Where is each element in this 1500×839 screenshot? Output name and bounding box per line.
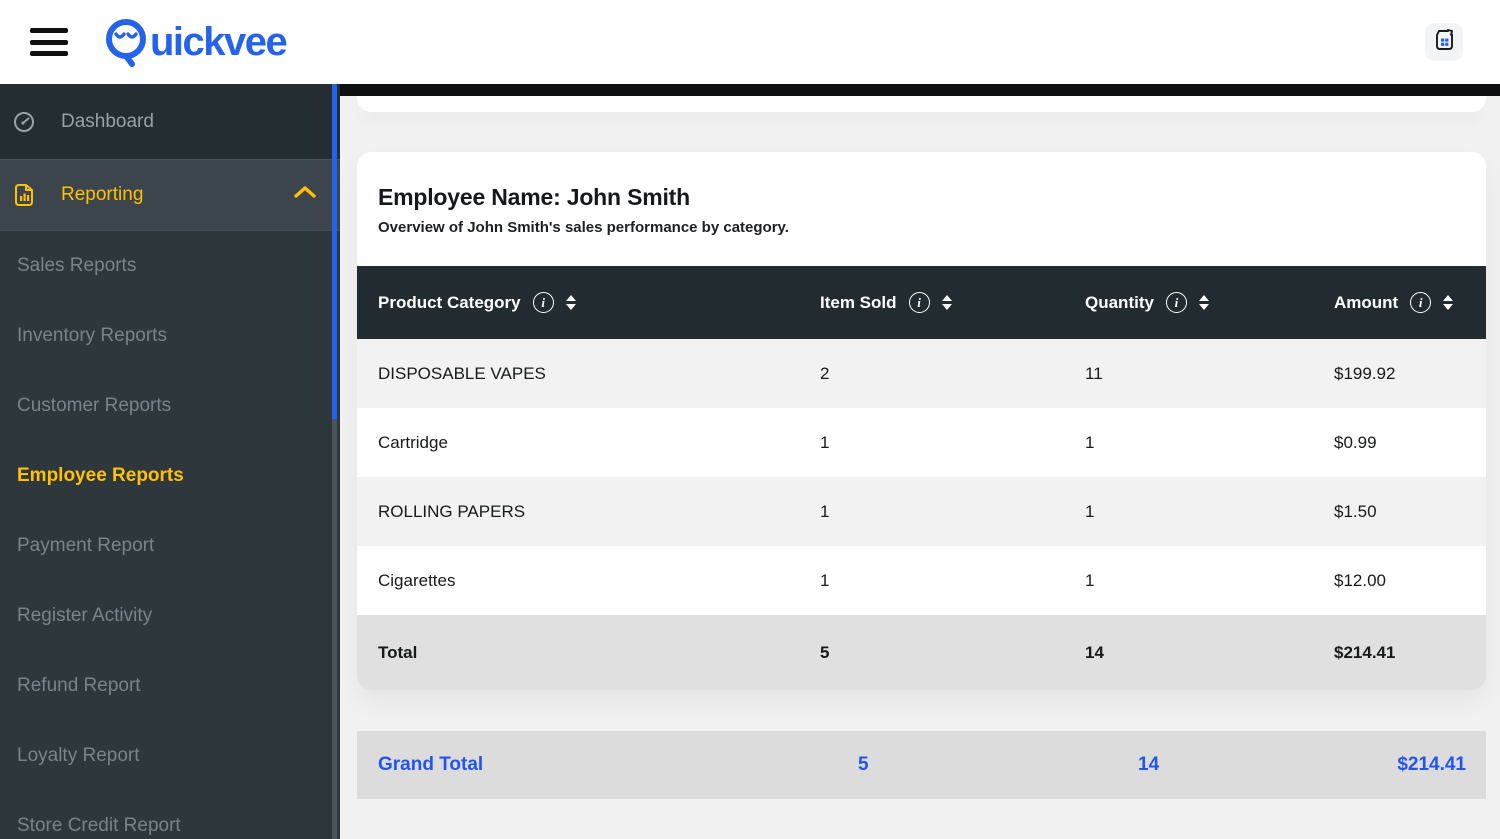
sidebar-item-register-activity[interactable]: Register Activity [0, 581, 340, 651]
col-amount: Amount i [1334, 292, 1486, 313]
sidebar-item-customer-reports[interactable]: Customer Reports [0, 371, 340, 441]
employee-report-card: Employee Name: John Smith Overview of Jo… [357, 152, 1486, 690]
sidebar-item-dashboard[interactable]: Dashboard [0, 84, 340, 159]
quickvee-q-icon [101, 12, 153, 73]
table-row: Cigarettes 1 1 $12.00 [378, 570, 1386, 590]
report-document-icon [12, 182, 36, 208]
logo-text: uickvee [150, 19, 288, 64]
chevron-up-icon [292, 184, 318, 206]
sort-icon[interactable] [1198, 295, 1209, 310]
speedometer-icon [12, 110, 36, 134]
sidebar-item-employee-reports[interactable]: Employee Reports [0, 441, 340, 511]
sort-icon[interactable] [941, 295, 952, 310]
sidebar-item-payment-report[interactable]: Payment Report [0, 511, 340, 581]
reporting-submenu: Sales Reports Inventory Reports Customer… [0, 231, 340, 839]
sidebar-item-reporting[interactable]: Reporting [0, 159, 340, 231]
info-icon[interactable]: i [1165, 292, 1187, 313]
grand-total-bar: Grand Total 5 14 $214.41 [357, 731, 1486, 799]
sort-icon[interactable] [565, 295, 576, 310]
card-header: Employee Name: John Smith Overview of Jo… [357, 152, 1486, 266]
sidebar-item-inventory-reports[interactable]: Inventory Reports [0, 301, 340, 371]
top-dark-strip [340, 84, 1500, 96]
quickvee-logo[interactable]: uickvee [101, 12, 288, 73]
col-quantity: Quantity i [1085, 292, 1334, 313]
menu-button[interactable] [30, 28, 68, 56]
grand-total-item-sold: 5 [858, 754, 869, 775]
table-row: ROLLING PAPERS 1 1 $1.50 [357, 477, 1486, 546]
grand-total-amount: $214.41 [1397, 754, 1466, 775]
grand-total-quantity: 14 [1138, 754, 1160, 775]
sidebar-item-store-credit-report[interactable]: Store Credit Report [0, 791, 340, 839]
sort-icon[interactable] [1443, 295, 1454, 310]
employee-name-title: Employee Name: John Smith [378, 184, 690, 210]
top-header: uickvee [0, 0, 1500, 84]
sidebar-item-loyalty-report[interactable]: Loyalty Report [0, 721, 340, 791]
table-row: DISPOSABLE VAPES 2 11 $199.92 [357, 339, 1486, 408]
sidebar-item-label: Dashboard [61, 110, 154, 132]
sidebar-scrollbar[interactable] [332, 84, 337, 839]
sidebar-item-refund-report[interactable]: Refund Report [0, 651, 340, 721]
grand-total-label: Grand Total [378, 754, 484, 775]
sidebar-scrollbar-thumb[interactable] [332, 84, 337, 419]
col-item-sold: Item Sold i [820, 292, 1085, 313]
employee-sales-table: Product Category i Item Sold i Quantity … [357, 266, 1486, 690]
table-header-row: Product Category i Item Sold i Quantity … [357, 266, 1486, 339]
info-icon[interactable]: i [1410, 292, 1432, 313]
table-row: Cartridge 1 1 $0.99 [378, 432, 1377, 452]
sidebar-item-sales-reports[interactable]: Sales Reports [0, 231, 340, 301]
menu-icon [30, 28, 68, 33]
info-icon[interactable]: i [532, 292, 554, 313]
sidebar: Dashboard Reporting Sales Reports Invent… [0, 84, 340, 839]
store-grid-icon [1431, 27, 1458, 57]
store-switcher-button[interactable] [1425, 23, 1463, 61]
info-icon[interactable]: i [908, 292, 930, 313]
sidebar-item-label: Reporting [61, 184, 144, 205]
previous-card-remnant [357, 96, 1486, 112]
col-product-category: Product Category i [357, 292, 820, 313]
table-total-row: Total 5 14 $214.41 [357, 615, 1486, 690]
main-content: Employee Name: John Smith Overview of Jo… [340, 84, 1500, 839]
report-subtitle: Overview of John Smith's sales performan… [378, 219, 789, 236]
